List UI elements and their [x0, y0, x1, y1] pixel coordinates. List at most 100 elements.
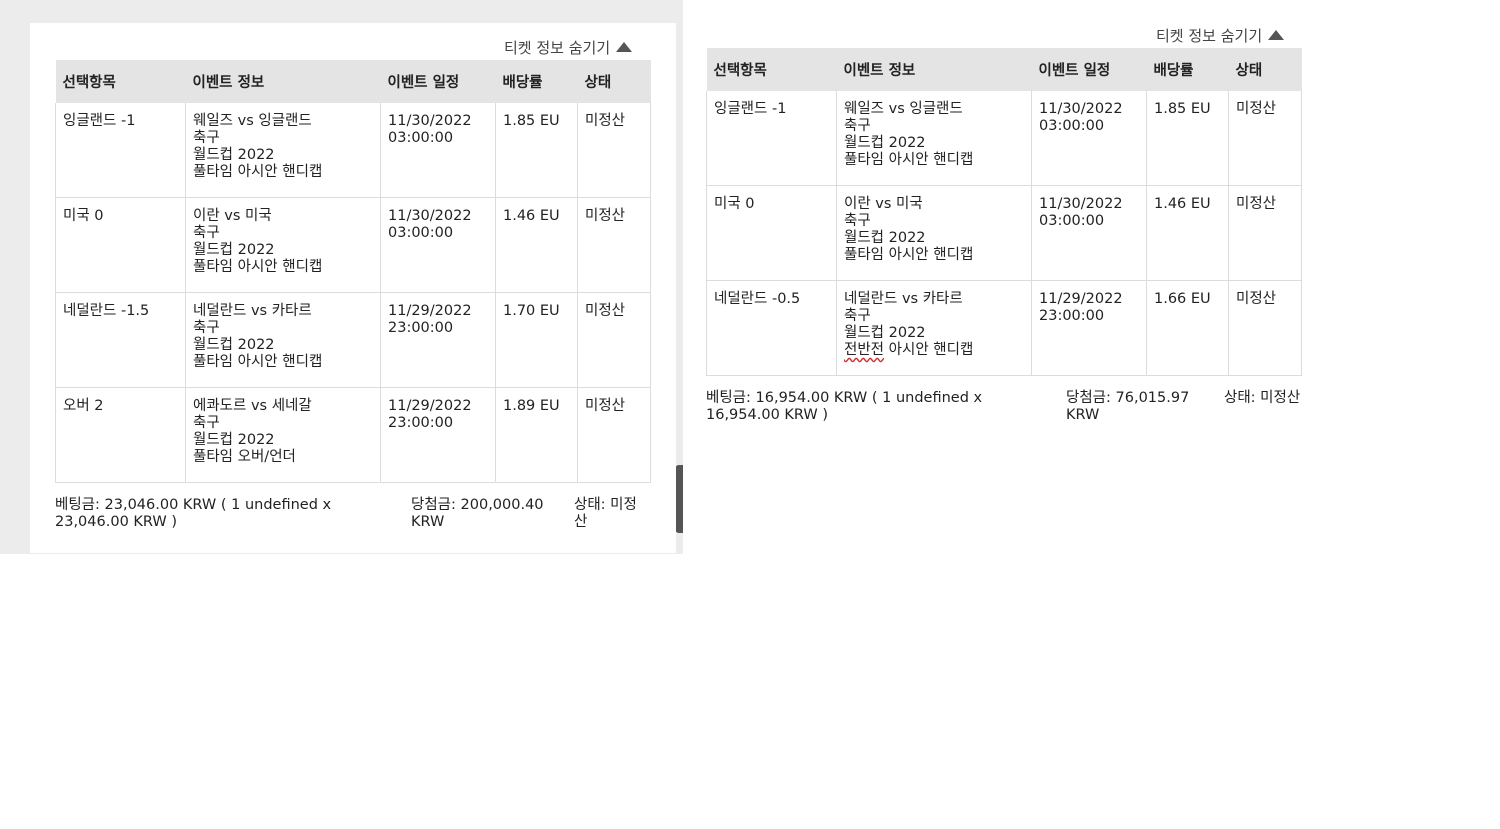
event-market-prefix: 전반전 [844, 342, 885, 358]
status-cell: 미정산 [1228, 91, 1302, 186]
selection-cell: 네덜란드 -1.5 [55, 292, 186, 388]
event-market: 전반전 아시안 핸디캡 [844, 342, 1024, 359]
bet-amount: 베팅금: 16,954.00 KRW ( 1 undefined x 16,95… [706, 390, 983, 423]
col-header-event-info: 이벤트 정보 [185, 60, 381, 103]
event-time: 03:00:00 [388, 225, 454, 241]
event-date: 11/29/2022 [1039, 291, 1123, 307]
odds-cell: 1.66 EU [1146, 280, 1229, 376]
event-time: 23:00:00 [1039, 308, 1105, 324]
odds-cell: 1.46 EU [1146, 185, 1229, 281]
event-league: 월드컵 2022 [193, 147, 275, 163]
selection-cell: 미국 0 [55, 197, 186, 293]
col-header-status: 상태 [577, 60, 651, 103]
hide-ticket-info-toggle[interactable]: 티켓 정보 숨기기 [1156, 25, 1285, 46]
event-date: 11/30/2022 [388, 208, 472, 224]
event-info-cell: 네덜란드 vs 카타르 축구 월드컵 2022 전반전 아시안 핸디캡 [836, 280, 1032, 376]
event-match: 웨일즈 vs 잉글랜드 [193, 113, 312, 129]
event-info-cell: 에콰도르 vs 세네갈 축구 월드컵 2022 풀타임 오버/언더 [185, 387, 381, 483]
ticket-card-right: 티켓 정보 숨기기 선택항목 이벤트 정보 이벤트 일정 배당률 상태 잉글랜드… [706, 0, 1302, 440]
odds-cell: 1.85 EU [1146, 91, 1229, 186]
event-date-cell: 11/29/2022 23:00:00 [380, 387, 496, 483]
status-cell: 미정산 [577, 197, 651, 293]
status-cell: 미정산 [577, 387, 651, 483]
col-header-event-date: 이벤트 일정 [1031, 48, 1147, 91]
event-league: 월드컵 2022 [193, 242, 275, 258]
table-header-row: 선택항목 이벤트 정보 이벤트 일정 배당률 상태 [55, 60, 651, 103]
event-info-cell: 이란 vs 미국 축구 월드컵 2022 풀타임 아시안 핸디캡 [836, 185, 1032, 281]
event-market: 풀타임 아시안 핸디캡 [193, 259, 323, 275]
odds-cell: 1.89 EU [495, 387, 578, 483]
event-market: 풀타임 아시안 핸디캡 [193, 164, 323, 180]
event-sport: 축구 [193, 130, 220, 146]
ticket-status: 상태: 미정산 [1224, 390, 1301, 406]
status-cell: 미정산 [577, 103, 651, 198]
event-league: 월드컵 2022 [844, 230, 926, 246]
event-league: 월드컵 2022 [844, 325, 926, 341]
toggle-label: 티켓 정보 숨기기 [1156, 27, 1263, 45]
status-cell: 미정산 [577, 292, 651, 388]
table-row: 네덜란드 -1.5 네덜란드 vs 카타르 축구 월드컵 2022 풀타임 아시… [55, 292, 651, 388]
event-sport: 축구 [193, 320, 220, 336]
selection-cell: 네덜란드 -0.5 [706, 280, 837, 376]
event-sport: 축구 [844, 213, 871, 229]
col-header-event-date: 이벤트 일정 [380, 60, 496, 103]
table-row: 미국 0 이란 vs 미국 축구 월드컵 2022 풀타임 아시안 핸디캡 11… [55, 197, 651, 293]
event-date: 11/30/2022 [1039, 196, 1123, 212]
table-row: 네덜란드 -0.5 네덜란드 vs 카타르 축구 월드컵 2022 전반전 아시… [706, 280, 1302, 376]
status-cell: 미정산 [1228, 185, 1302, 281]
event-date-cell: 11/30/2022 03:00:00 [1031, 91, 1147, 186]
selection-cell: 잉글랜드 -1 [706, 91, 837, 186]
payout-amount: 당첨금: 200,000.40 KRW [411, 497, 544, 530]
status-cell: 미정산 [1228, 280, 1302, 376]
ticket-table: 선택항목 이벤트 정보 이벤트 일정 배당률 상태 잉글랜드 -1 웨일즈 vs… [55, 60, 651, 483]
triangle-up-icon [1268, 30, 1285, 40]
event-market: 풀타임 오버/언더 [193, 449, 296, 465]
col-header-odds: 배당률 [1146, 48, 1229, 91]
event-match: 네덜란드 vs 카타르 [193, 303, 312, 319]
event-match: 이란 vs 미국 [193, 208, 272, 224]
toggle-label: 티켓 정보 숨기기 [504, 39, 611, 57]
event-market: 풀타임 아시안 핸디캡 [844, 247, 974, 263]
event-match: 이란 vs 미국 [844, 196, 923, 212]
bet-amount: 베팅금: 23,046.00 KRW ( 1 undefined x 23,04… [55, 497, 332, 530]
event-match: 웨일즈 vs 잉글랜드 [844, 101, 963, 117]
event-league: 월드컵 2022 [193, 337, 275, 353]
scrollbar-thumb[interactable] [675, 465, 683, 533]
hide-ticket-info-toggle[interactable]: 티켓 정보 숨기기 [504, 37, 633, 58]
event-date: 11/30/2022 [1039, 101, 1123, 117]
table-row: 미국 0 이란 vs 미국 축구 월드컵 2022 풀타임 아시안 핸디캡 11… [706, 185, 1302, 281]
event-market-suffix: 아시안 핸디캡 [884, 342, 974, 358]
ticket-table: 선택항목 이벤트 정보 이벤트 일정 배당률 상태 잉글랜드 -1 웨일즈 vs… [706, 48, 1302, 376]
selection-cell: 잉글랜드 -1 [55, 103, 186, 198]
col-header-status: 상태 [1228, 48, 1302, 91]
event-date-cell: 11/29/2022 23:00:00 [380, 292, 496, 388]
event-sport: 축구 [193, 415, 220, 431]
event-date-cell: 11/30/2022 03:00:00 [380, 103, 496, 198]
table-header-row: 선택항목 이벤트 정보 이벤트 일정 배당률 상태 [706, 48, 1302, 91]
selection-cell: 오버 2 [55, 387, 186, 483]
col-header-odds: 배당률 [495, 60, 578, 103]
event-date: 11/29/2022 [388, 398, 472, 414]
event-time: 03:00:00 [1039, 213, 1105, 229]
table-row: 잉글랜드 -1 웨일즈 vs 잉글랜드 축구 월드컵 2022 풀타임 아시안 … [706, 91, 1302, 186]
event-market: 풀타임 아시안 핸디캡 [844, 152, 974, 168]
event-date-cell: 11/30/2022 03:00:00 [1031, 185, 1147, 281]
event-league: 월드컵 2022 [844, 135, 926, 151]
event-info-cell: 웨일즈 vs 잉글랜드 축구 월드컵 2022 풀타임 아시안 핸디캡 [185, 103, 381, 198]
event-date-cell: 11/29/2022 23:00:00 [1031, 280, 1147, 376]
event-info-cell: 네덜란드 vs 카타르 축구 월드컵 2022 풀타임 아시안 핸디캡 [185, 292, 381, 388]
event-info-cell: 웨일즈 vs 잉글랜드 축구 월드컵 2022 풀타임 아시안 핸디캡 [836, 91, 1032, 186]
table-row: 오버 2 에콰도르 vs 세네갈 축구 월드컵 2022 풀타임 오버/언더 1… [55, 387, 651, 483]
event-sport: 축구 [844, 308, 871, 324]
col-header-event-info: 이벤트 정보 [836, 48, 1032, 91]
event-date: 11/29/2022 [388, 303, 472, 319]
ticket-status: 상태: 미정산 [574, 497, 637, 530]
selection-cell: 미국 0 [706, 185, 837, 281]
event-date: 11/30/2022 [388, 113, 472, 129]
event-market: 풀타임 아시안 핸디캡 [193, 354, 323, 370]
event-sport: 축구 [193, 225, 220, 241]
col-header-selection: 선택항목 [55, 60, 186, 103]
odds-cell: 1.46 EU [495, 197, 578, 293]
odds-cell: 1.70 EU [495, 292, 578, 388]
event-time: 23:00:00 [388, 415, 454, 431]
